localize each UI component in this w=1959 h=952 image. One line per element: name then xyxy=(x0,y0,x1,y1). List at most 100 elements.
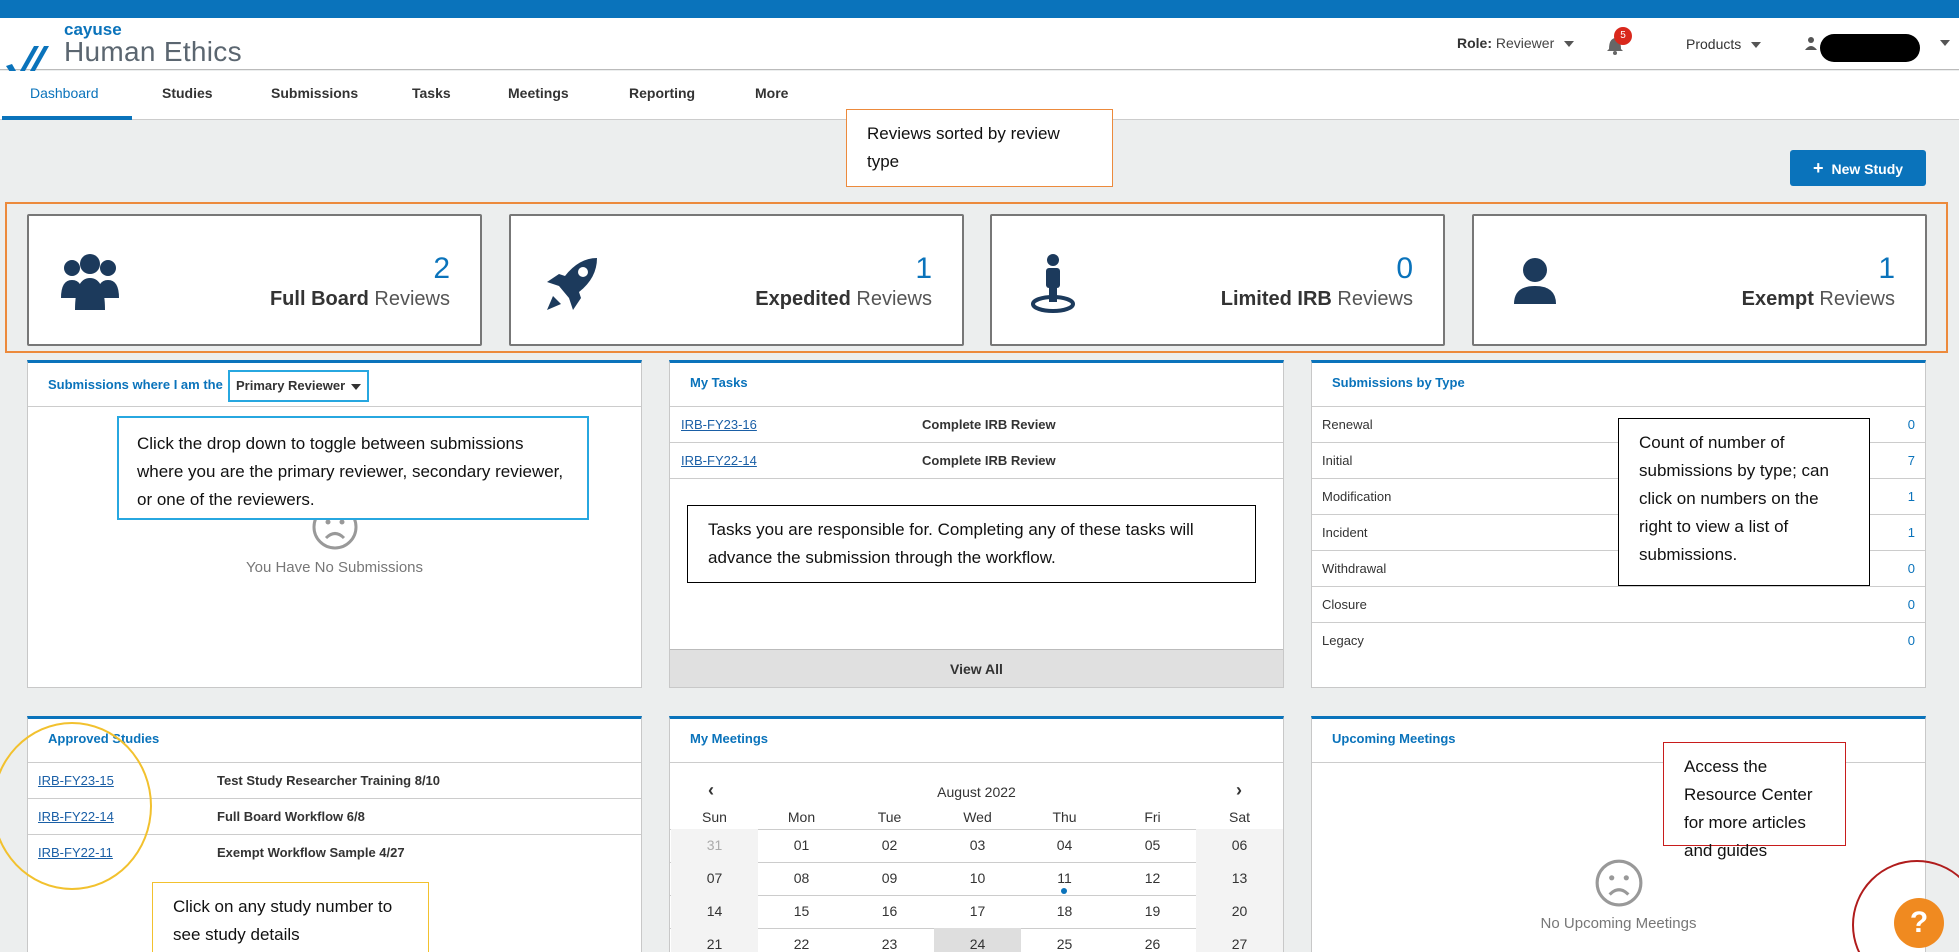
type-name: Legacy xyxy=(1322,633,1364,648)
calendar-day[interactable]: 17 xyxy=(934,895,1021,928)
calendar-day[interactable]: 03 xyxy=(934,829,1021,862)
review-label: Full Board Reviews xyxy=(270,288,450,311)
review-type: Expedited xyxy=(755,288,851,310)
calendar-day[interactable]: 01 xyxy=(758,829,845,862)
nav-tasks[interactable]: Tasks xyxy=(412,85,451,101)
group-icon xyxy=(61,254,119,310)
calendar-day[interactable]: 02 xyxy=(846,829,933,862)
review-suffix: Reviews xyxy=(1337,288,1413,310)
user-menu[interactable] xyxy=(1820,34,1920,62)
calendar-day[interactable]: 13 xyxy=(1196,862,1283,895)
nav-more[interactable]: More xyxy=(755,85,788,101)
help-button[interactable]: ? xyxy=(1894,898,1944,948)
nav-submissions[interactable]: Submissions xyxy=(271,85,358,101)
calendar-day[interactable]: 15 xyxy=(758,895,845,928)
calendar-day[interactable]: 25 xyxy=(1021,928,1108,952)
month-name: August xyxy=(937,784,981,800)
calendar-day[interactable]: 04 xyxy=(1021,829,1108,862)
panel-title: My Meetings xyxy=(690,731,769,746)
type-name: Incident xyxy=(1322,525,1368,540)
calendar-day-header: Sat xyxy=(1228,809,1250,825)
calendar-day[interactable]: 14 xyxy=(671,895,758,928)
task-study-link[interactable]: IRB-FY23-16 xyxy=(681,417,757,432)
role-selector[interactable]: Role: Reviewer xyxy=(1457,35,1575,51)
calendar-day[interactable]: 24 xyxy=(934,928,1021,952)
chevron-down-icon xyxy=(1751,42,1762,49)
nav-meetings[interactable]: Meetings xyxy=(508,85,569,101)
calendar-day-header: Thu xyxy=(1052,809,1077,825)
nav-studies[interactable]: Studies xyxy=(162,85,213,101)
type-count[interactable]: 0 xyxy=(1908,597,1915,612)
products-menu[interactable]: Products xyxy=(1686,36,1762,52)
type-count[interactable]: 1 xyxy=(1908,489,1915,504)
empty-message: You Have No Submissions xyxy=(245,559,424,576)
review-count[interactable]: 1 xyxy=(1878,252,1895,286)
panel-title: Submissions where I am the xyxy=(48,377,223,392)
calendar-day[interactable]: 20 xyxy=(1196,895,1283,928)
app-header: cayuse Human Ethics Role: Reviewer 5 Pro… xyxy=(0,18,1959,78)
chevron-down-icon[interactable] xyxy=(1940,40,1950,46)
calendar-day[interactable]: 27 xyxy=(1196,928,1283,952)
type-name: Closure xyxy=(1322,597,1367,612)
view-all-button[interactable]: View All xyxy=(670,649,1283,687)
calendar-day-header: Fri xyxy=(1144,809,1161,825)
calendar-day[interactable]: 23 xyxy=(846,928,933,952)
annotation-count: Count of number of submissions by type; … xyxy=(1618,418,1870,586)
calendar-day[interactable]: 06 xyxy=(1196,829,1283,862)
sad-face-icon xyxy=(1595,859,1643,907)
calendar-day-header: Mon xyxy=(787,809,816,825)
submissions-panel: Submissions where I am the Primary Revie… xyxy=(27,360,642,688)
annotation-study-number: Click on any study number to see study d… xyxy=(152,882,429,952)
annotation-tasks: Tasks you are responsible for. Completin… xyxy=(687,505,1256,583)
type-name: Initial xyxy=(1322,453,1353,468)
review-suffix: Reviews xyxy=(856,288,932,310)
type-count[interactable]: 1 xyxy=(1908,525,1915,540)
panel-title: Submissions by Type xyxy=(1332,375,1465,390)
chevron-down-icon xyxy=(351,383,362,390)
exempt-card[interactable]: 1 Exempt Reviews xyxy=(1472,214,1927,346)
type-name: Modification xyxy=(1322,489,1392,504)
calendar-day[interactable]: 21 xyxy=(671,928,758,952)
expedited-card[interactable]: 1 Expedited Reviews xyxy=(509,214,964,346)
dropdown-value: Primary Reviewer xyxy=(236,378,346,393)
nav-reporting[interactable]: Reporting xyxy=(629,85,695,101)
type-count[interactable]: 0 xyxy=(1908,633,1915,648)
annotation-dropdown: Click the drop down to toggle between su… xyxy=(117,416,589,520)
calendar-day[interactable]: 16 xyxy=(846,895,933,928)
review-type: Exempt xyxy=(1741,288,1814,310)
type-name: Renewal xyxy=(1322,417,1373,432)
calendar-day[interactable]: 05 xyxy=(1109,829,1196,862)
review-suffix: Reviews xyxy=(374,288,450,310)
calendar-day[interactable]: 08 xyxy=(758,862,845,895)
calendar-day[interactable]: 09 xyxy=(846,862,933,895)
review-count[interactable]: 2 xyxy=(433,252,450,286)
calendar-day[interactable]: 19 xyxy=(1109,895,1196,928)
calendar-day[interactable]: 26 xyxy=(1109,928,1196,952)
calendar-day[interactable]: 12 xyxy=(1109,862,1196,895)
calendar-day[interactable]: 10 xyxy=(934,862,1021,895)
calendar-day-header: Sun xyxy=(702,809,727,825)
calendar-day[interactable]: 07 xyxy=(671,862,758,895)
task-name: Complete IRB Review xyxy=(922,417,1056,432)
type-row: Closure 0 xyxy=(1312,586,1925,622)
annotation-resource: Access the Resource Center for more arti… xyxy=(1663,742,1846,860)
calendar-month: August 2022 xyxy=(670,784,1283,800)
user-icon xyxy=(1805,37,1817,50)
new-study-label: New Study xyxy=(1831,161,1904,177)
type-count[interactable]: 0 xyxy=(1908,561,1915,576)
review-label: Expedited Reviews xyxy=(755,288,932,311)
type-row: Legacy 0 xyxy=(1312,622,1925,658)
limited-irb-card[interactable]: 0 Limited IRB Reviews xyxy=(990,214,1445,346)
review-count[interactable]: 1 xyxy=(915,252,932,286)
reviewer-role-dropdown[interactable]: Primary Reviewer xyxy=(228,370,370,402)
type-count[interactable]: 0 xyxy=(1908,417,1915,432)
calendar-day[interactable]: 22 xyxy=(758,928,845,952)
calendar-day[interactable]: 31 xyxy=(671,829,758,862)
task-study-link[interactable]: IRB-FY22-14 xyxy=(681,453,757,468)
review-count[interactable]: 0 xyxy=(1396,252,1413,286)
new-study-button[interactable]: + New Study xyxy=(1790,150,1926,186)
calendar-day[interactable]: 18 xyxy=(1021,895,1108,928)
nav-dashboard[interactable]: Dashboard xyxy=(30,85,99,101)
type-count[interactable]: 7 xyxy=(1908,453,1915,468)
full-board-card[interactable]: 2 Full Board Reviews xyxy=(27,214,482,346)
